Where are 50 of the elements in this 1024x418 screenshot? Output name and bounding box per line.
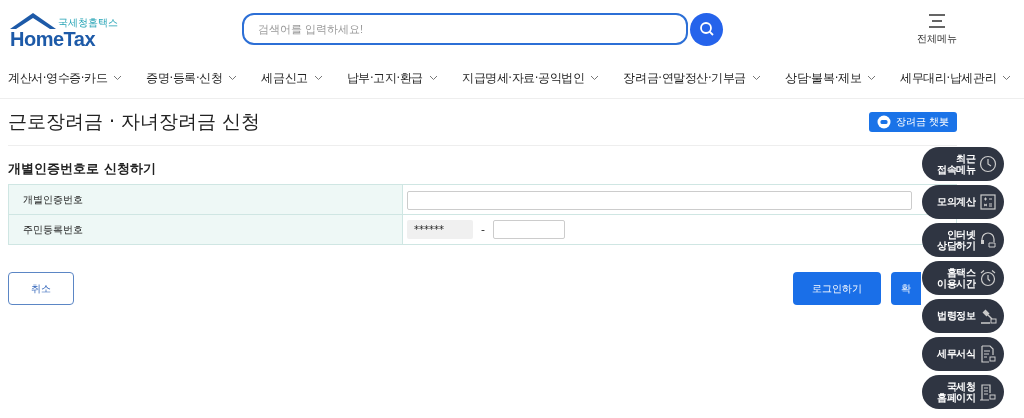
- chevron-down-icon: [428, 75, 438, 81]
- separator-text: -: [481, 223, 485, 236]
- search-icon: [698, 21, 715, 37]
- nav-menu-item[interactable]: 계산서·영수증·카드: [8, 70, 123, 86]
- building-icon: [979, 383, 997, 401]
- quick-menu-button[interactable]: 국세청 홈페이지: [922, 375, 1004, 409]
- alarm-clock-icon: [979, 269, 997, 287]
- nav-menu-item[interactable]: 장려금·연말정산·기부금: [623, 70, 761, 86]
- quick-menu-button[interactable]: 홈택스 이용시간: [922, 261, 1004, 295]
- cancel-button[interactable]: 취소: [8, 272, 74, 305]
- quick-menu-button[interactable]: 모의계산: [922, 185, 1004, 219]
- logo-text[interactable]: HomeTax: [10, 28, 96, 51]
- nav-menu-item[interactable]: 세금신고: [261, 70, 323, 86]
- quick-menu-button[interactable]: 법령정보: [922, 299, 1004, 333]
- logo-subtitle: 국세청홈택스: [58, 16, 118, 30]
- nav-menu-item[interactable]: 세무대리·납세관리: [900, 70, 1012, 86]
- masked-field: ******: [407, 220, 473, 239]
- chatbot-button[interactable]: 장려금 챗봇: [868, 112, 957, 132]
- chevron-down-icon: [113, 75, 123, 81]
- gavel-icon: [979, 307, 997, 325]
- page-title: 근로장려금 · 자녀장려금 신청: [8, 109, 261, 134]
- chevron-down-icon: [228, 75, 238, 81]
- nav-menu-item[interactable]: 증명·등록·신청: [146, 70, 238, 86]
- quick-menu-button[interactable]: 인터넷 상담하기: [922, 223, 1004, 257]
- confirm-button[interactable]: 확: [891, 272, 921, 305]
- section-title: 개별인증번호로 신청하기: [8, 160, 156, 178]
- login-button[interactable]: 로그인하기: [793, 272, 881, 305]
- chevron-down-icon: [590, 75, 600, 81]
- form-label: 주민등록번호: [8, 214, 403, 245]
- clock-icon: [979, 155, 997, 173]
- chevron-down-icon: [313, 75, 323, 81]
- headset-icon: [979, 231, 997, 249]
- all-menu-button[interactable]: 전체메뉴: [917, 12, 957, 46]
- search-field[interactable]: 검색어를 입력하세요!: [242, 13, 688, 45]
- chevron-down-icon: [1002, 75, 1012, 81]
- menu-icon: [928, 12, 946, 29]
- quick-menu-button[interactable]: 세무서식: [922, 337, 1004, 371]
- input-field[interactable]: [407, 190, 912, 210]
- input-field[interactable]: [493, 220, 565, 239]
- document-icon: [979, 345, 997, 363]
- search-button[interactable]: [690, 12, 723, 46]
- nav-menu-item[interactable]: 지급명세·자료·공익법인: [461, 70, 600, 86]
- form-label: 개별인증번호: [8, 184, 403, 215]
- nav-menu-item[interactable]: 상담·불복·제보: [785, 70, 877, 86]
- calculator-icon: [979, 193, 997, 211]
- quick-menu-button[interactable]: 최근 접속메뉴: [922, 147, 1004, 181]
- chevron-down-icon: [867, 75, 877, 81]
- chevron-down-icon: [752, 75, 761, 81]
- house-roof-icon: [8, 11, 58, 31]
- nav-menu-item[interactable]: 납부·고지·환급: [346, 70, 438, 86]
